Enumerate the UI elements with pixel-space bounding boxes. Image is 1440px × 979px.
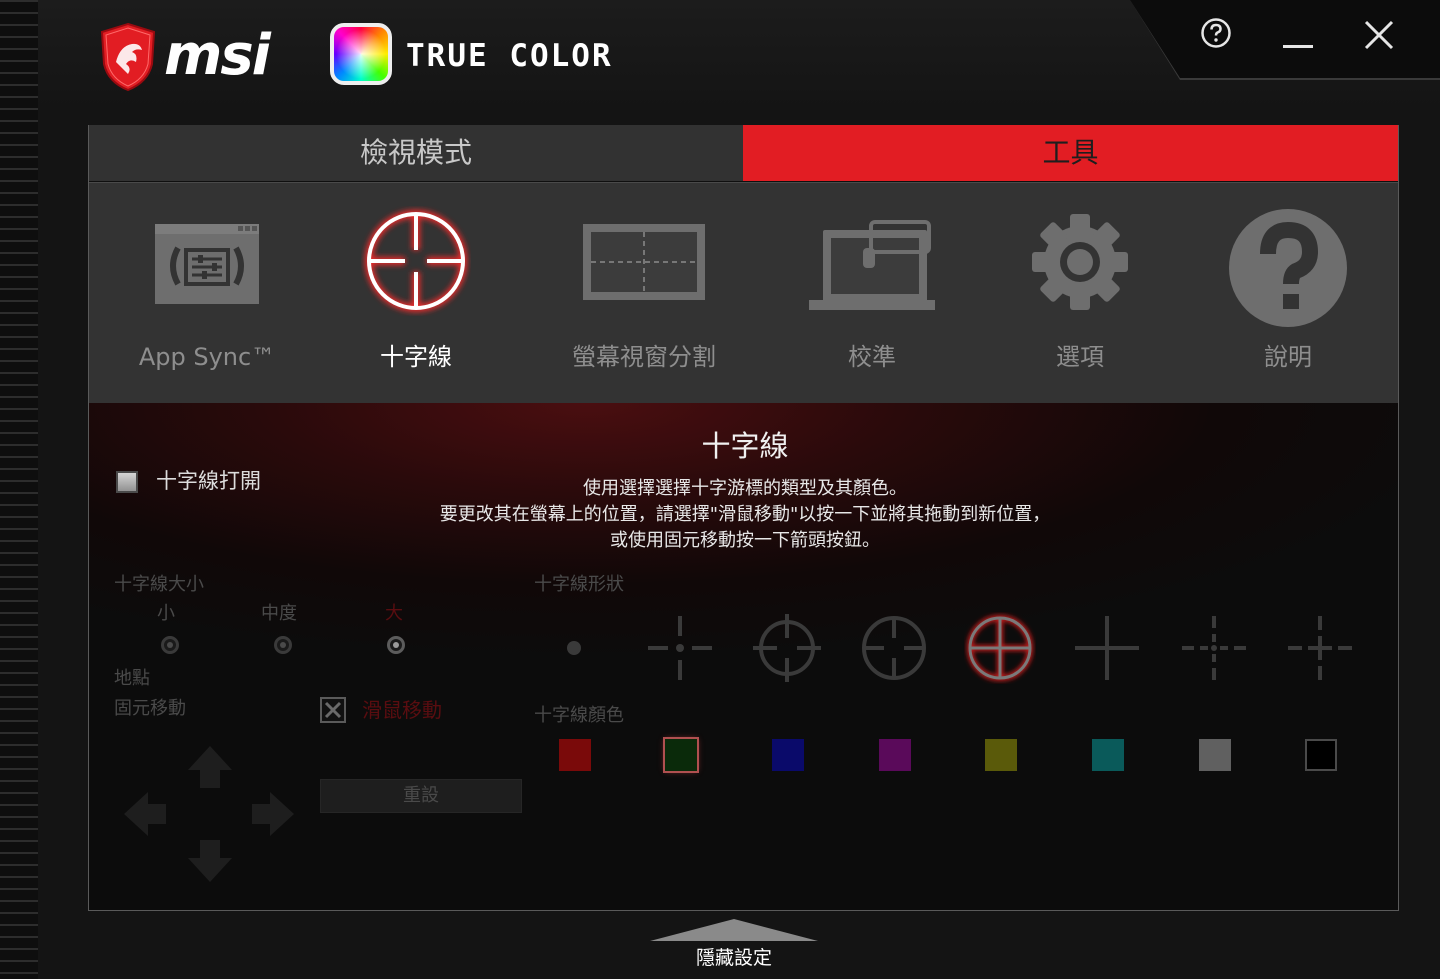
circle-cross-full-icon[interactable] <box>964 612 1036 684</box>
true-color-logo-icon <box>330 23 392 85</box>
tab-tools[interactable]: 工具 <box>743 125 1398 181</box>
close-icon[interactable] <box>1362 18 1396 52</box>
crosshair-enable-checkbox[interactable] <box>116 471 138 493</box>
tool-label-options: 選項 <box>1056 343 1104 371</box>
size-option-small-label: 小 <box>157 603 175 624</box>
circle-gap-icon[interactable] <box>858 612 930 684</box>
location-label: 地點 <box>114 668 150 689</box>
minimize-icon[interactable] <box>1282 30 1314 56</box>
color-label: 十字線顏色 <box>534 705 624 726</box>
size-option-large-label: 大 <box>385 603 403 624</box>
color-swatch-blue[interactable] <box>772 739 804 771</box>
color-swatch-gray[interactable] <box>1199 739 1231 771</box>
size-label: 十字線大小 <box>114 574 204 595</box>
tool-options[interactable]: 選項 <box>975 200 1185 385</box>
shape-label: 十字線形狀 <box>534 574 624 595</box>
tool-help[interactable]: 說明 <box>1183 200 1393 385</box>
tool-label-crosshair: 十字線 <box>380 343 452 371</box>
arrow-left-icon[interactable] <box>122 790 168 842</box>
fixed-move-label: 固元移動 <box>114 698 186 719</box>
tool-label-screen-split: 螢幕視窗分割 <box>572 343 716 371</box>
color-swatch-cyan[interactable] <box>1092 739 1124 771</box>
description-line-2: 要更改其在螢幕上的位置，請選擇"滑鼠移動"以按一下並將其拖動到新位置， <box>439 504 1051 525</box>
plain-cross-icon[interactable] <box>1071 612 1143 684</box>
tool-screen-split[interactable]: 螢幕視窗分割 <box>539 200 749 385</box>
size-option-medium-label: 中度 <box>261 603 297 624</box>
tool-label-help: 說明 <box>1264 343 1312 371</box>
tool-label-calibration: 校準 <box>848 343 896 371</box>
dashed-cross-dot-icon[interactable] <box>1178 612 1250 684</box>
calibration-icon <box>809 220 935 310</box>
hide-settings-tab[interactable] <box>650 919 818 941</box>
color-swatch-green[interactable] <box>665 739 697 771</box>
left-edge-stripes <box>0 0 38 979</box>
crosshair-enable-label: 十字線打開 <box>156 469 261 493</box>
dashed-cross-icon[interactable] <box>1284 612 1356 684</box>
size-radio-large[interactable] <box>387 636 405 654</box>
description-line-3: 或使用固元移動按一下箭頭按鈕。 <box>610 530 880 551</box>
reset-button[interactable]: 重設 <box>320 779 522 813</box>
size-radio-small[interactable] <box>161 636 179 654</box>
color-swatch-red[interactable] <box>559 739 591 771</box>
check-x-icon <box>324 701 342 719</box>
tab-view-mode[interactable]: 檢視模式 <box>89 125 743 181</box>
color-swatch-yellow[interactable] <box>985 739 1017 771</box>
crosshair-icon <box>365 210 467 312</box>
app-sync-icon <box>155 224 259 304</box>
tool-app-sync[interactable]: App Sync™ <box>102 200 312 385</box>
hide-settings-label[interactable]: 隱藏設定 <box>650 944 818 972</box>
tool-label-app-sync: App Sync™ <box>138 343 276 371</box>
msi-dragon-shield-logo <box>98 22 158 92</box>
gap-cross-dot-icon[interactable] <box>644 612 716 684</box>
size-radio-medium[interactable] <box>274 636 292 654</box>
arrow-up-icon[interactable] <box>186 744 234 794</box>
color-swatch-black[interactable] <box>1305 739 1337 771</box>
dot-crosshair-icon[interactable] <box>538 612 610 684</box>
circle-cross-icon[interactable] <box>751 612 823 684</box>
description-line-1: 使用選擇選擇十字游標的類型及其顏色。 <box>583 478 907 499</box>
tool-calibration[interactable]: 校準 <box>767 200 977 385</box>
mouse-move-label: 滑鼠移動 <box>362 698 442 722</box>
question-circle-icon[interactable] <box>1200 17 1232 49</box>
arrow-right-icon[interactable] <box>250 790 296 842</box>
msi-logo-text: msi <box>164 23 271 88</box>
product-name: TRUE COLOR <box>406 38 613 74</box>
gear-icon <box>1032 214 1128 310</box>
tool-crosshair[interactable]: 十字線 <box>311 200 521 385</box>
help-icon <box>1229 209 1347 327</box>
color-swatch-magenta[interactable] <box>879 739 911 771</box>
section-title: 十字線 <box>701 429 789 463</box>
arrow-down-icon[interactable] <box>186 838 234 888</box>
screen-split-icon <box>583 224 705 300</box>
mouse-move-checkbox[interactable] <box>320 697 346 723</box>
